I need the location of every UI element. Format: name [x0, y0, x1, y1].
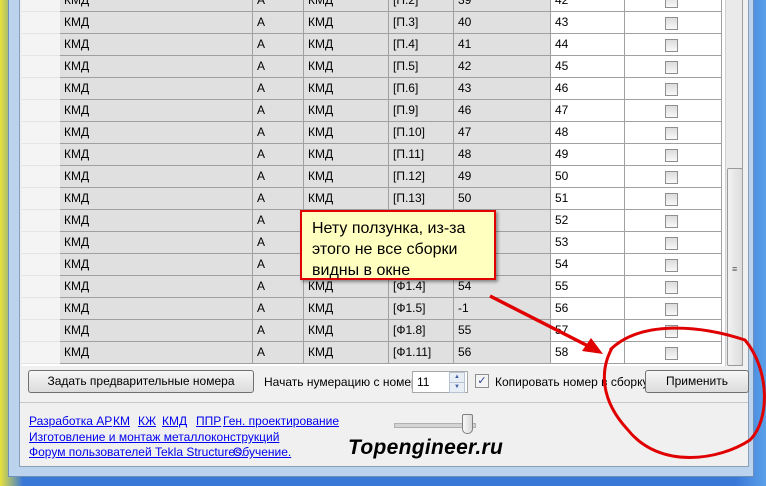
annotation-circle — [602, 326, 766, 459]
annotation-arrow — [489, 294, 593, 350]
annotation-overlay — [489, 294, 766, 459]
